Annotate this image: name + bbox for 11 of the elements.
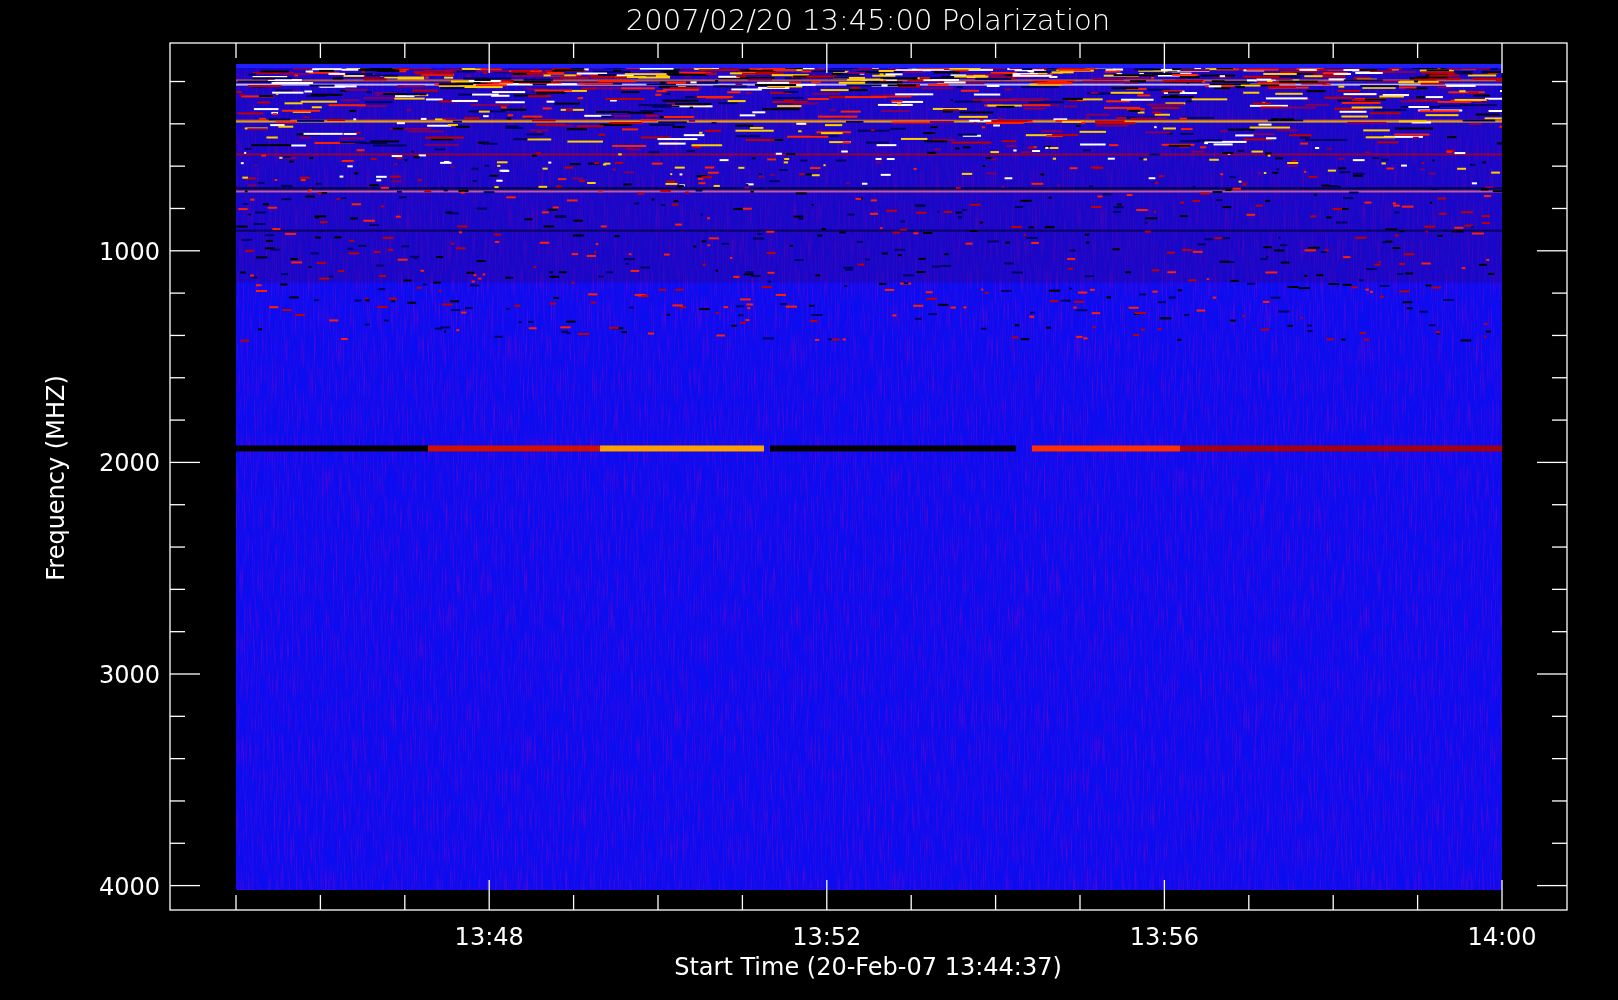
y-axis-label: Frequency (MHZ): [42, 375, 70, 581]
y-tick-label: 2000: [98, 449, 160, 478]
y-tick-label: 3000: [98, 661, 160, 689]
x-tick-label: 13:56: [1129, 923, 1199, 951]
x-tick-label: 13:48: [454, 923, 524, 951]
y-tick-label: 1000: [98, 237, 160, 266]
plot-title: 2007/02/20 13:45:00 Polarization: [625, 3, 1111, 37]
y-tick-label: 4000: [98, 872, 160, 901]
x-axis-label: Start Time (20-Feb-07 13:44:37): [674, 953, 1062, 981]
x-tick-label: 13:52: [792, 923, 862, 951]
x-tick-label: 14:00: [1467, 923, 1537, 951]
